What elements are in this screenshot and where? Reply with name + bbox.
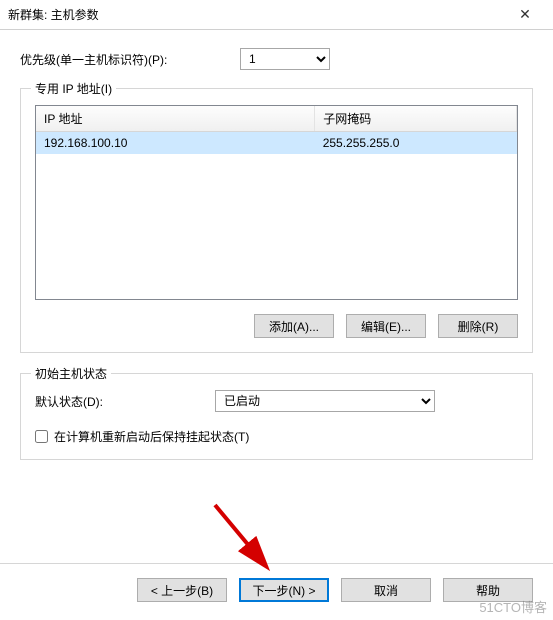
edit-button[interactable]: 编辑(E)... — [346, 314, 426, 338]
ip-col-header[interactable]: IP 地址 — [36, 106, 315, 132]
wizard-footer: < 上一步(B) 下一步(N) > 取消 帮助 — [0, 563, 553, 620]
back-button[interactable]: < 上一步(B) — [137, 578, 227, 602]
state-groupbox: 初始主机状态 默认状态(D): 已启动 在计算机重新启动后保持挂起状态(T) — [20, 373, 533, 460]
title-bar: 新群集: 主机参数 ✕ — [0, 0, 553, 30]
priority-label: 优先级(单一主机标识符)(P): — [20, 51, 240, 68]
mask-cell: 255.255.255.0 — [315, 132, 517, 155]
close-icon[interactable]: ✕ — [505, 6, 545, 23]
ip-cell: 192.168.100.10 — [36, 132, 315, 155]
add-button[interactable]: 添加(A)... — [254, 314, 334, 338]
table-row[interactable]: 192.168.100.10 255.255.255.0 — [36, 132, 517, 155]
retain-suspend-row: 在计算机重新启动后保持挂起状态(T) — [35, 428, 518, 445]
dialog-content: 优先级(单一主机标识符)(P): 1 专用 IP 地址(I) IP 地址 子网掩… — [0, 30, 553, 490]
priority-select[interactable]: 1 — [240, 48, 330, 70]
cancel-button[interactable]: 取消 — [341, 578, 431, 602]
ip-buttons-row: 添加(A)... 编辑(E)... 删除(R) — [35, 314, 518, 338]
remove-button[interactable]: 删除(R) — [438, 314, 518, 338]
retain-suspend-label: 在计算机重新启动后保持挂起状态(T) — [54, 428, 249, 445]
default-state-select[interactable]: 已启动 — [215, 390, 435, 412]
default-state-label: 默认状态(D): — [35, 393, 215, 410]
state-group-legend: 初始主机状态 — [31, 365, 111, 382]
ip-table[interactable]: IP 地址 子网掩码 192.168.100.10 255.255.255.0 — [35, 105, 518, 300]
next-button[interactable]: 下一步(N) > — [239, 578, 329, 602]
help-button[interactable]: 帮助 — [443, 578, 533, 602]
default-state-row: 默认状态(D): 已启动 — [35, 390, 518, 412]
ip-groupbox: 专用 IP 地址(I) IP 地址 子网掩码 192.168.100.10 25… — [20, 88, 533, 353]
window-title: 新群集: 主机参数 — [8, 6, 505, 23]
mask-col-header[interactable]: 子网掩码 — [315, 106, 517, 132]
retain-suspend-checkbox[interactable] — [35, 430, 48, 443]
ip-group-legend: 专用 IP 地址(I) — [31, 80, 116, 97]
priority-row: 优先级(单一主机标识符)(P): 1 — [20, 48, 533, 70]
